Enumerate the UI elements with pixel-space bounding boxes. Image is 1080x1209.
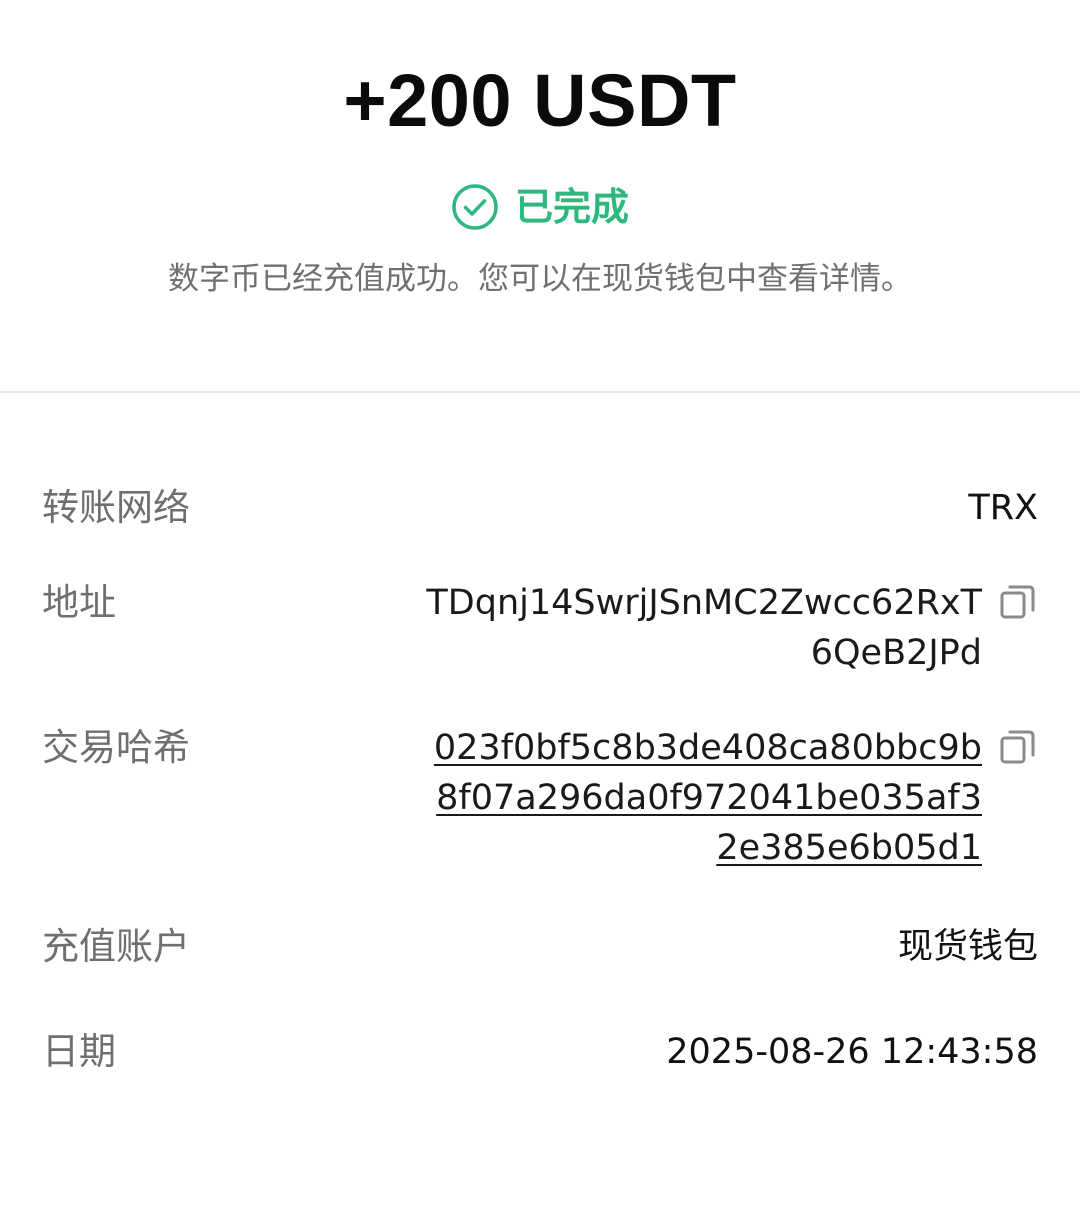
address-label: 地址 [42, 581, 116, 624]
detail-row-account: 充值账户 现货钱包 [42, 922, 1038, 972]
date-value: 2025-08-26 12:43:58 [666, 1032, 1038, 1072]
divider [0, 391, 1080, 393]
network-label: 转账网络 [42, 486, 190, 529]
tx-hash-label: 交易哈希 [42, 726, 190, 769]
account-label: 充值账户 [42, 925, 190, 968]
deposit-amount: +200 USDT [343, 59, 737, 142]
copy-icon[interactable] [998, 727, 1038, 767]
status-description: 数字币已经充值成功。您可以在现货钱包中查看详情。 [168, 261, 912, 297]
copy-icon[interactable] [998, 582, 1038, 622]
detail-row-network: 转账网络 TRX [42, 483, 1038, 533]
tx-hash-value[interactable]: 023f0bf5c8b3de408ca80bbc9b8f07a296da0f97… [422, 723, 982, 873]
address-value: TDqnj14SwrjJSnMC2Zwcc62RxT6QeB2JPd [426, 583, 982, 673]
detail-row-address: 地址 TDqnj14SwrjJSnMC2Zwcc62RxT6QeB2JPd [42, 578, 1038, 678]
account-value: 现货钱包 [897, 927, 1038, 967]
status-row: 已完成 [0, 180, 1080, 234]
check-circle-icon [452, 184, 498, 230]
deposit-summary: +200 USDT 已完成 数字币已经充值成功。您可以在现货钱包中查看详情。 [0, 0, 1080, 392]
network-value: TRX [968, 488, 1038, 528]
status-text: 已完成 [514, 185, 629, 229]
tx-hash-link[interactable]: 023f0bf5c8b3de408ca80bbc9b8f07a296da0f97… [434, 728, 982, 868]
detail-row-date: 日期 2025-08-26 12:43:58 [42, 1027, 1038, 1077]
date-label: 日期 [42, 1030, 116, 1073]
detail-row-tx-hash: 交易哈希 023f0bf5c8b3de408ca80bbc9b8f07a296d… [42, 723, 1038, 873]
